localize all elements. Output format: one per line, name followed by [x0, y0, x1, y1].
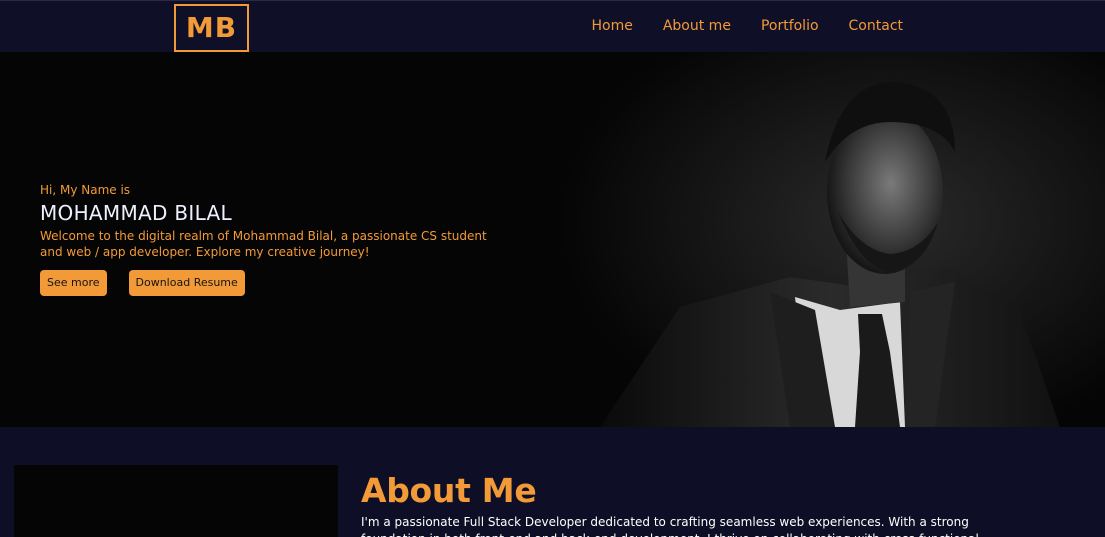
- logo-text: MB: [185, 11, 238, 44]
- navbar: MB Home About me Portfolio Contact: [0, 0, 1105, 52]
- see-more-button[interactable]: See more: [40, 270, 107, 296]
- hero-text-block: Hi, My Name is MOHAMMAD BILAL Welcome to…: [40, 183, 500, 296]
- nav-links: Home About me Portfolio Contact: [592, 18, 904, 34]
- hero-greeting: Hi, My Name is: [40, 183, 131, 197]
- hero-buttons: See more Download Resume: [40, 270, 500, 296]
- nav-link-about[interactable]: About me: [663, 18, 731, 34]
- nav-link-portfolio[interactable]: Portfolio: [761, 18, 819, 34]
- about-title: About Me: [361, 471, 537, 510]
- hero-description: Welcome to the digital realm of Mohammad…: [40, 229, 487, 259]
- nav-link-home[interactable]: Home: [592, 18, 633, 34]
- hero-portrait-image: [560, 52, 1105, 427]
- site-logo[interactable]: MB: [174, 4, 249, 52]
- hero-section: Hi, My Name is MOHAMMAD BILAL Welcome to…: [0, 52, 1105, 427]
- about-image: [14, 465, 338, 537]
- download-resume-button[interactable]: Download Resume: [128, 270, 245, 296]
- about-text: I'm a passionate Full Stack Developer de…: [361, 515, 979, 537]
- about-section: About Me I'm a passionate Full Stack Dev…: [0, 427, 1105, 537]
- hero-name: MOHAMMAD BILAL: [40, 201, 232, 225]
- nav-link-contact[interactable]: Contact: [849, 18, 903, 34]
